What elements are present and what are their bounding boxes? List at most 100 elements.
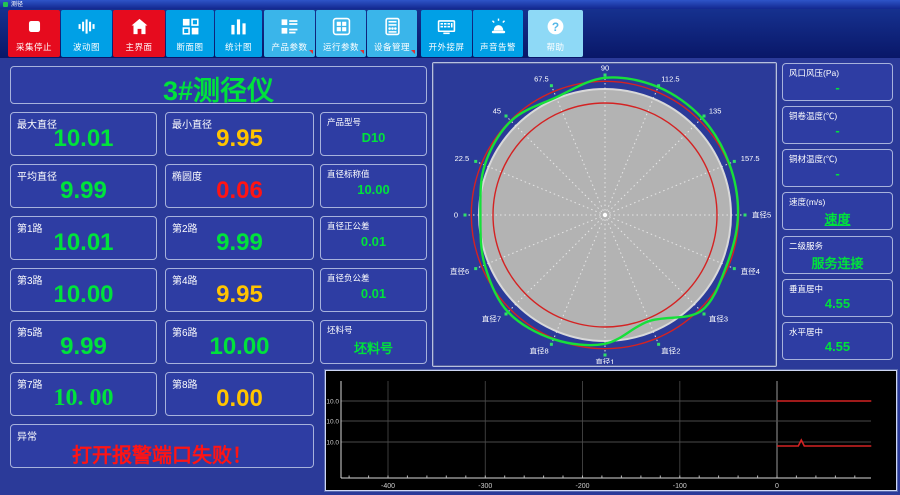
toolbar-button-9[interactable]: 开外接屏: [421, 10, 472, 57]
spoke-label: 直径6: [450, 266, 469, 276]
metric-box: 第8路 0.00: [165, 372, 314, 416]
spoke-end-marker: [463, 213, 467, 217]
x-tick-label: -200: [575, 483, 589, 490]
metric-value: 10. 00: [53, 385, 114, 411]
hmi-main-window: { "window": { "title": "测径" }, "colors":…: [0, 0, 900, 495]
spoke-end-marker: [743, 213, 747, 217]
metric-value: 10.01: [53, 125, 114, 152]
spoke-end-marker: [732, 159, 736, 163]
cross-section-panel: 直径5 157.5 135 112.5 90 67.5 45 22.5 0 直径6 直径7 直径8 直径…: [432, 62, 777, 367]
status-box: 二级服务服务连接: [782, 236, 893, 274]
run-params-icon: [316, 17, 366, 36]
window-titlebar: 测径: [0, 0, 900, 9]
gauge-title: 3#测径仪: [162, 76, 275, 106]
metric-box: 直径负公差 0.01: [320, 268, 427, 312]
metric-box: 第1路 10.01: [10, 216, 157, 260]
external-screen-icon: [421, 17, 472, 36]
metric-value: D10: [361, 130, 386, 145]
y-tick-label: 10.0: [326, 440, 339, 447]
toolbar-button-7[interactable]: 运行参数: [316, 10, 366, 57]
toolbar-button-2[interactable]: 波动图: [61, 10, 112, 57]
status-label: 风口风压(Pa): [789, 68, 840, 78]
y-tick-label: 10.0: [326, 399, 339, 406]
toolbar-button-6[interactable]: 产品参数: [264, 10, 315, 57]
x-tick-label: -300: [478, 483, 492, 490]
exception-message: 打开报警端口失败！: [72, 445, 252, 467]
toolbar-button-10[interactable]: 声音告警: [473, 10, 523, 57]
metric-value: 9.99: [60, 177, 107, 204]
spoke-label: 45: [493, 107, 501, 116]
toolbar-button-8[interactable]: 设备管理: [367, 10, 417, 57]
spoke-label: 0: [454, 211, 458, 220]
status-value: 4.55: [824, 339, 851, 354]
sound-alarm-icon: [473, 17, 523, 36]
polar-center: [602, 212, 608, 218]
spoke-label: 67.5: [534, 75, 549, 84]
spoke-end-marker: [702, 114, 706, 118]
metric-value: 0.00: [216, 385, 263, 412]
toolbar-button-3[interactable]: 主界面: [113, 10, 165, 57]
metric-box: 最小直径 9.95: [165, 112, 314, 156]
status-value: 服务连接: [811, 256, 864, 271]
metric-label: 直径负公差: [327, 273, 370, 283]
metric-label: 坯料号: [327, 325, 353, 335]
main-toolbar: 采集停止 波动图 主界面 断面图 统计图 产品参数 运行参数 设备管理 开外接屏 声音告警? 帮助: [0, 9, 900, 58]
cross-section-polar-chart: 直径5 157.5 135 112.5 90 67.5 45 22.5 0 直径6 直径7 直径8 直径…: [450, 64, 771, 365]
metric-value: 9.99: [60, 333, 107, 360]
metric-label: 产品型号: [327, 117, 362, 127]
spoke-end-marker: [549, 84, 553, 88]
stop-icon: [8, 17, 60, 36]
toolbar-button-label: 帮助: [546, 42, 565, 52]
status-label: 铜卷温度(℃): [789, 111, 838, 121]
status-box: 速度(m/s) 速度: [782, 192, 893, 230]
gauge-title-panel: 3#测径仪: [10, 66, 427, 106]
spoke-label: 157.5: [741, 154, 760, 163]
status-value: -: [835, 166, 840, 181]
metric-value: 10.01: [53, 229, 114, 256]
y-tick-label: 10.0: [326, 419, 339, 426]
toolbar-button-label: 主界面: [125, 42, 153, 52]
status-label: 二级服务: [789, 241, 824, 251]
metric-box: 最大直径 10.01: [10, 112, 157, 156]
sections-icon: [166, 17, 214, 36]
toolbar-button-label: 运行参数: [322, 42, 359, 52]
device-manage-icon: [367, 17, 417, 36]
spoke-end-marker: [657, 342, 661, 346]
waveform-icon: [61, 17, 112, 36]
toolbar-button-label: 采集停止: [15, 42, 52, 52]
metric-box: 椭圆度 0.06: [165, 164, 314, 208]
help-icon: ?: [528, 17, 583, 36]
status-value[interactable]: 速度: [783, 209, 892, 228]
toolbar-button-label: 统计图: [224, 42, 252, 52]
toolbar-button-11[interactable]: ? 帮助: [528, 10, 583, 57]
metric-value: 坯料号: [353, 341, 393, 356]
spoke-label: 135: [709, 107, 722, 116]
metric-value: 10.00: [209, 333, 270, 360]
metric-box: 第5路 9.99: [10, 320, 157, 364]
status-label: 速度(m/s): [789, 197, 826, 207]
status-label: 垂直居中: [789, 284, 824, 294]
metric-value: 9.95: [216, 125, 263, 152]
metric-value: 0.01: [360, 234, 387, 249]
spoke-end-marker: [474, 159, 478, 163]
toolbar-button-label: 产品参数: [271, 42, 308, 52]
toolbar-button-4[interactable]: 断面图: [166, 10, 214, 57]
x-tick-label: 0: [775, 483, 779, 490]
status-box: 铜材温度(℃) -: [782, 149, 893, 187]
spoke-label: 直径7: [482, 313, 501, 323]
spoke-end-marker: [474, 267, 478, 271]
app-icon: [3, 2, 8, 7]
toolbar-button-1[interactable]: 采集停止: [8, 10, 60, 57]
metric-value: 0.06: [216, 177, 263, 204]
spoke-label: 直径5: [752, 210, 771, 220]
metric-box: 第3路 10.00: [10, 268, 157, 312]
metric-box: 直径正公差 0.01: [320, 216, 427, 260]
spoke-label: 90: [601, 64, 609, 73]
trend-panel: -400 -300 -200 -100 0 10.0 10.0 10.0: [324, 369, 898, 492]
status-value: 4.55: [824, 296, 851, 311]
status-box: 水平居中 4.55: [782, 322, 893, 360]
metric-value: 10.00: [53, 281, 114, 308]
toolbar-button-5[interactable]: 统计图: [215, 10, 262, 57]
spoke-end-marker: [549, 342, 553, 346]
metric-box: 第2路 9.99: [165, 216, 314, 260]
